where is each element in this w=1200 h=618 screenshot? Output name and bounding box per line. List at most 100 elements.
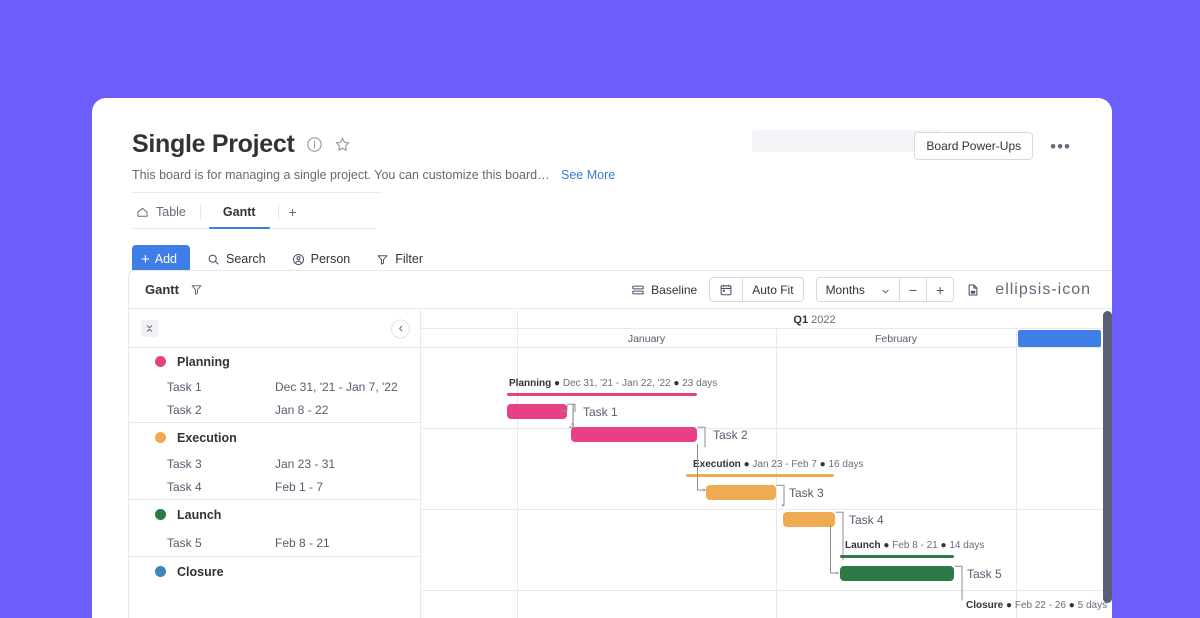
funnel-icon[interactable] <box>190 283 203 296</box>
add-view-button[interactable]: + <box>279 204 307 228</box>
task-group-launch: Launch Task 5 Feb 8 - 21 <box>129 500 420 557</box>
dependency-bracket-task3 <box>776 482 792 512</box>
summary-label-launch: Launch ● Feb 8 - 21 ● 14 days <box>845 541 984 551</box>
export-button[interactable] <box>966 283 980 297</box>
tab-gantt-label: Gantt <box>223 205 256 219</box>
group-color-dot <box>155 356 166 367</box>
timeline-month-row: January February March <box>421 329 1112 348</box>
tab-table-label: Table <box>156 205 186 219</box>
calendar-button[interactable] <box>710 278 742 301</box>
group-header[interactable]: Execution <box>129 423 420 452</box>
filter-button[interactable]: Filter <box>367 247 432 271</box>
zoom-in-button[interactable]: + <box>926 278 953 301</box>
add-button[interactable]: + Add <box>132 245 190 273</box>
search-button-label: Search <box>226 252 266 266</box>
group-header[interactable]: Planning <box>129 348 420 375</box>
task-row[interactable]: Task 5 Feb 8 - 21 <box>129 529 420 556</box>
task-name: Task 3 <box>167 457 275 471</box>
task-bar-task4[interactable] <box>783 512 835 527</box>
task-dates: Jan 8 - 22 <box>275 403 328 417</box>
month-cell-january: January <box>517 329 776 348</box>
summary-name: Launch <box>845 540 881 551</box>
info-circle-icon[interactable] <box>306 136 323 153</box>
zoom-level-label: Months <box>826 283 865 297</box>
board-description-text: This board is for managing a single proj… <box>132 168 552 182</box>
chevron-left-icon[interactable] <box>391 319 410 338</box>
summary-duration: 14 days <box>949 540 984 551</box>
summary-duration: 23 days <box>682 378 717 389</box>
zoom-out-button[interactable]: − <box>899 278 926 301</box>
group-label: Launch <box>177 508 221 522</box>
autofit-group: Auto Fit <box>709 277 803 302</box>
month-cell-march-today: March <box>1018 330 1101 347</box>
summary-bullet: ● <box>554 378 563 389</box>
toolbar-divider <box>132 192 382 193</box>
task-name: Task 2 <box>167 403 275 417</box>
calendar-icon <box>719 283 733 297</box>
task-group-closure: Closure <box>129 557 420 586</box>
export-icon <box>966 283 980 297</box>
quarter-label-q: Q1 <box>793 314 808 326</box>
star-icon[interactable] <box>334 136 351 153</box>
summary-bullet: ● <box>1006 600 1015 611</box>
task-dates: Jan 23 - 31 <box>275 457 335 471</box>
summary-label-closure: Closure ● Feb 22 - 26 ● 5 days <box>966 601 1107 611</box>
board-power-ups-button[interactable]: Board Power-Ups <box>914 132 1033 160</box>
gantt-task-list: Planning Task 1 Dec 31, '21 - Jan 7, '22… <box>129 310 421 618</box>
summary-range: Feb 8 - 21 <box>892 540 938 551</box>
board-more-menu-icon[interactable]: ••• <box>1047 136 1074 157</box>
summary-name: Closure <box>966 600 1003 611</box>
scrollbar-thumb[interactable] <box>1103 311 1112 603</box>
see-more-link[interactable]: See More <box>561 168 615 182</box>
summary-name: Planning <box>509 378 551 389</box>
search-button[interactable]: Search <box>198 247 275 271</box>
header-actions: Board Power-Ups ••• <box>914 132 1074 160</box>
group-color-dot <box>155 432 166 443</box>
summary-duration: 16 days <box>829 459 864 470</box>
timeline-rows: Planning ● Dec 31, '21 - Jan 22, '22 ● 2… <box>421 348 1112 618</box>
auto-fit-button[interactable]: Auto Fit <box>742 278 802 301</box>
task-name: Task 1 <box>167 380 275 394</box>
baseline-label: Baseline <box>651 283 697 297</box>
dependency-arrow-task2-task3 <box>697 444 713 496</box>
summary-bullet: ● <box>673 378 682 389</box>
page-title: Single Project <box>132 132 295 157</box>
board-app-card: Single Project This board is for managin… <box>92 98 1112 618</box>
task-bar-label-task3: Task 3 <box>789 487 824 499</box>
task-bar-task3[interactable] <box>706 485 776 500</box>
task-dates: Feb 1 - 7 <box>275 480 323 494</box>
timeline-header: Q12022 January February March <box>421 310 1112 348</box>
task-row[interactable]: Task 3 Jan 23 - 31 <box>129 452 420 475</box>
summary-bar-launch <box>840 555 954 558</box>
dependency-arrow-task4-task5 <box>830 525 846 579</box>
dependency-bracket-task5 <box>954 563 970 603</box>
collapse-rows-icon[interactable] <box>141 320 158 337</box>
gantt-more-menu-icon[interactable]: ellipsis-icon <box>992 280 1094 300</box>
task-group-planning: Planning Task 1 Dec 31, '21 - Jan 7, '22… <box>129 348 420 423</box>
group-header[interactable]: Launch <box>129 500 420 529</box>
zoom-level-select[interactable]: Months <box>817 278 899 301</box>
group-label: Execution <box>177 431 237 445</box>
timeline-vertical-scrollbar[interactable] <box>1103 310 1112 618</box>
task-bar-task1[interactable] <box>507 404 567 419</box>
summary-range: Dec 31, '21 - Jan 22, '22 <box>563 378 671 389</box>
group-header[interactable]: Closure <box>129 557 420 586</box>
task-bar-label-task4: Task 4 <box>849 514 884 526</box>
tab-gantt[interactable]: Gantt <box>201 204 278 228</box>
task-row[interactable]: Task 2 Jan 8 - 22 <box>129 398 420 422</box>
home-icon <box>136 206 149 219</box>
person-icon <box>292 253 305 266</box>
add-button-label: Add <box>155 252 177 266</box>
zoom-group: Months − + <box>816 277 955 302</box>
task-bar-label-task2: Task 2 <box>713 429 748 441</box>
person-button[interactable]: Person <box>283 247 360 271</box>
baseline-button[interactable]: Baseline <box>631 283 697 297</box>
gantt-toolbar-right: Baseline Auto Fit <box>631 277 1094 302</box>
tab-table[interactable]: Table <box>132 204 200 228</box>
task-bar-task5[interactable] <box>840 566 954 581</box>
group-color-dot <box>155 509 166 520</box>
task-row[interactable]: Task 4 Feb 1 - 7 <box>129 475 420 499</box>
task-row[interactable]: Task 1 Dec 31, '21 - Jan 7, '22 <box>129 375 420 398</box>
filter-button-label: Filter <box>395 252 423 266</box>
row-divider <box>421 590 1112 591</box>
